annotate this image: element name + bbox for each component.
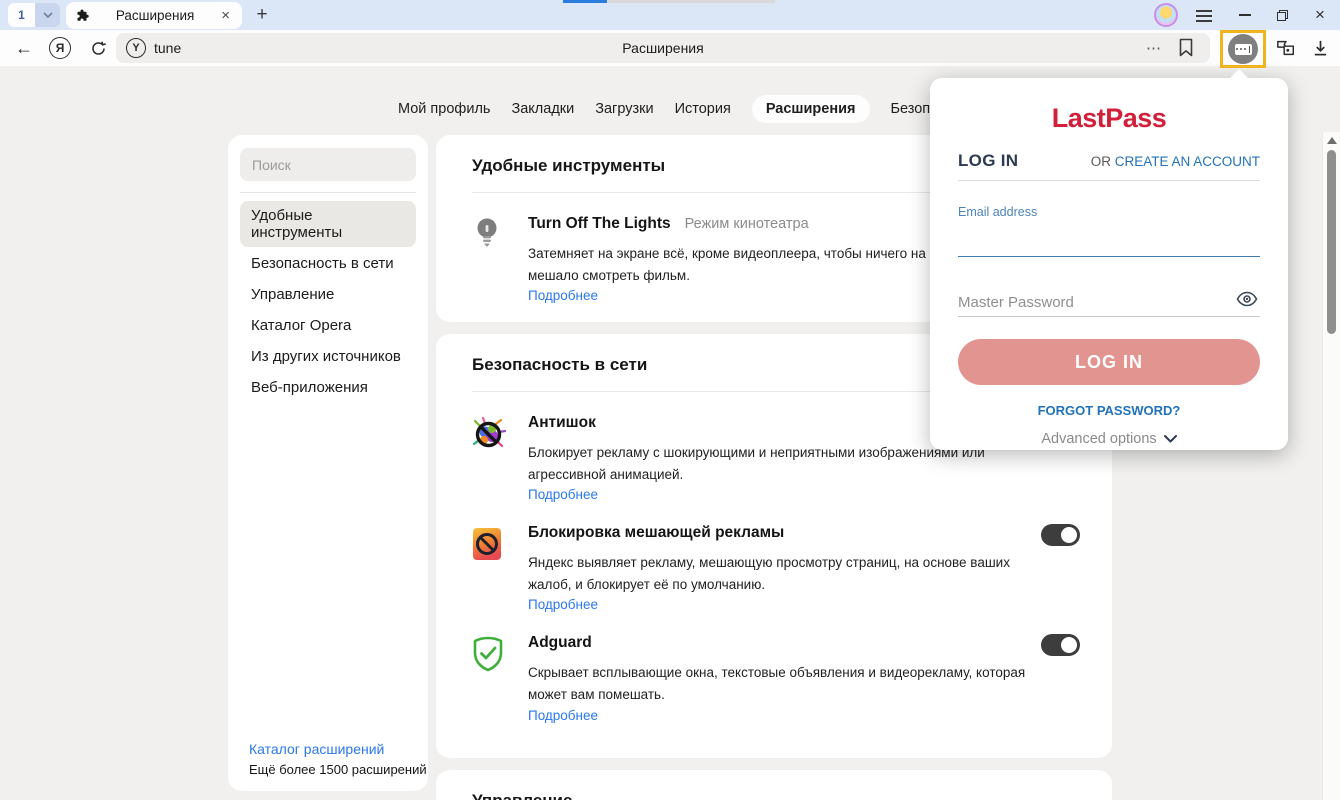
advanced-options-label: Advanced options <box>1041 431 1156 447</box>
close-window-button[interactable]: × <box>1305 0 1335 30</box>
sidebar-item-opera-catalog[interactable]: Каталог Opera <box>240 311 416 340</box>
sidebar-divider <box>240 192 416 193</box>
sidebar-item-convenient-tools[interactable]: Удобные инструменты <box>240 201 416 247</box>
extension-description: Скрывает всплывающие окна, текстовые объ… <box>528 662 1040 705</box>
extension-name: Антишок <box>528 414 596 431</box>
or-text: OR <box>1091 154 1115 169</box>
extension-description: Яндекс выявляет рекламу, мешающую просмо… <box>528 552 1040 595</box>
search-input[interactable] <box>240 148 416 181</box>
sidebar-footer: Каталог расширений Ещё более 1500 расшир… <box>249 741 427 777</box>
url-text: tune <box>154 40 181 56</box>
antishock-icon <box>472 414 506 502</box>
puzzle-icon <box>76 8 91 23</box>
tab-counter-button[interactable]: 1 <box>8 3 60 27</box>
ad-block-icon <box>472 524 506 612</box>
extensions-catalog-link[interactable]: Каталог расширений <box>249 741 427 757</box>
show-password-eye-icon[interactable] <box>1236 291 1258 312</box>
sidebar-item-web-apps[interactable]: Веб-приложения <box>240 373 416 402</box>
new-tab-button[interactable]: + <box>250 3 274 27</box>
section-title: Управление <box>436 770 1112 800</box>
advanced-options-toggle[interactable]: Advanced options <box>958 431 1260 447</box>
extension-name: Adguard <box>528 634 592 651</box>
lastpass-logo: LastPass <box>958 103 1260 134</box>
lastpass-extension-icon[interactable] <box>1228 34 1258 64</box>
address-more-icon[interactable]: ⋯ <box>1146 33 1162 63</box>
menu-icon[interactable] <box>1196 7 1212 25</box>
sidebar-item-other-sources[interactable]: Из других источников <box>240 342 416 371</box>
tab-my-profile[interactable]: Мой профиль <box>398 101 490 117</box>
master-password-field[interactable] <box>958 289 1260 317</box>
sidebar-item-management[interactable]: Управление <box>240 280 416 309</box>
tab-bookmarks[interactable]: Закладки <box>511 101 574 117</box>
address-bar: ← Я Y tune Расширения ⋯ <box>0 30 1340 66</box>
browser-window: 1 Расширения × + × ← Я Y tune <box>0 0 1340 800</box>
profile-avatar[interactable] <box>1154 3 1178 27</box>
extension-subtitle: Режим кинотеатра <box>685 216 809 232</box>
create-account-link[interactable]: CREATE AN ACCOUNT <box>1115 154 1260 169</box>
extension-row-ad-blocking: Блокировка мешающей рекламы Яндекс выявл… <box>436 502 1112 612</box>
tab-count[interactable]: 1 <box>8 3 35 27</box>
yandex-logo-icon[interactable]: Я <box>46 30 74 66</box>
extensions-sidebar: Удобные инструменты Безопасность в сети … <box>228 135 428 791</box>
scrollbar-thumb[interactable] <box>1327 150 1336 334</box>
email-field[interactable] <box>958 231 1260 257</box>
reload-icon[interactable] <box>84 30 112 66</box>
extensions-catalog-note: Ещё более 1500 расширений <box>249 762 427 777</box>
restore-window-button[interactable] <box>1267 0 1297 30</box>
section-management: Управление <box>436 770 1112 800</box>
extension-name: Блокировка мешающей рекламы <box>528 524 784 541</box>
bookmark-icon[interactable] <box>1178 38 1194 62</box>
download-icon[interactable] <box>1304 30 1336 66</box>
tab-title: Расширения <box>91 8 219 23</box>
tab-extensions[interactable]: Расширения <box>752 95 870 123</box>
site-favicon-icon: Y <box>126 38 146 58</box>
details-link[interactable]: Подробнее <box>528 487 1080 502</box>
back-icon[interactable]: ← <box>10 30 38 66</box>
url-field[interactable]: Y tune Расширения ⋯ <box>116 33 1210 63</box>
page-load-progress-track <box>607 0 775 3</box>
adguard-shield-icon <box>472 634 506 722</box>
minimize-button[interactable] <box>1230 0 1260 30</box>
lastpass-popup: LastPass LOG IN OR CREATE AN ACCOUNT Ema… <box>930 78 1288 450</box>
lightbulb-icon <box>472 215 506 303</box>
details-link[interactable]: Подробнее <box>528 597 1080 612</box>
popup-divider <box>958 180 1260 181</box>
close-tab-icon[interactable]: × <box>219 8 232 23</box>
page-scrollbar[interactable] <box>1322 132 1340 800</box>
details-link[interactable]: Подробнее <box>528 708 1080 723</box>
login-button[interactable]: LOG IN <box>958 339 1260 385</box>
email-label: Email address <box>958 205 1260 219</box>
page-load-progress-bar <box>563 0 607 3</box>
passwords-manager-icon[interactable] <box>1270 30 1302 66</box>
chevron-down-icon <box>1164 431 1177 447</box>
scroll-up-arrow-icon[interactable] <box>1327 137 1337 144</box>
sidebar-item-network-security[interactable]: Безопасность в сети <box>240 249 416 278</box>
tab-history[interactable]: История <box>675 101 731 117</box>
extension-row-adguard: Adguard Скрывает всплывающие окна, текст… <box>436 612 1112 722</box>
login-heading: LOG IN <box>958 151 1018 171</box>
browser-tab[interactable]: Расширения × <box>66 2 242 29</box>
tab-downloads[interactable]: Загрузки <box>595 101 653 117</box>
restore-icon <box>1277 10 1288 21</box>
address-page-title: Расширения <box>116 40 1210 56</box>
tab-bar: 1 Расширения × + × <box>0 0 1340 30</box>
extension-name: Turn Off The Lights <box>528 215 671 232</box>
forgot-password-link[interactable]: FORGOT PASSWORD? <box>958 403 1260 418</box>
ad-blocking-toggle[interactable] <box>1041 524 1080 546</box>
adguard-toggle[interactable] <box>1041 634 1080 656</box>
tab-list-chevron-icon[interactable] <box>35 3 60 27</box>
popup-arrow <box>1230 69 1248 78</box>
